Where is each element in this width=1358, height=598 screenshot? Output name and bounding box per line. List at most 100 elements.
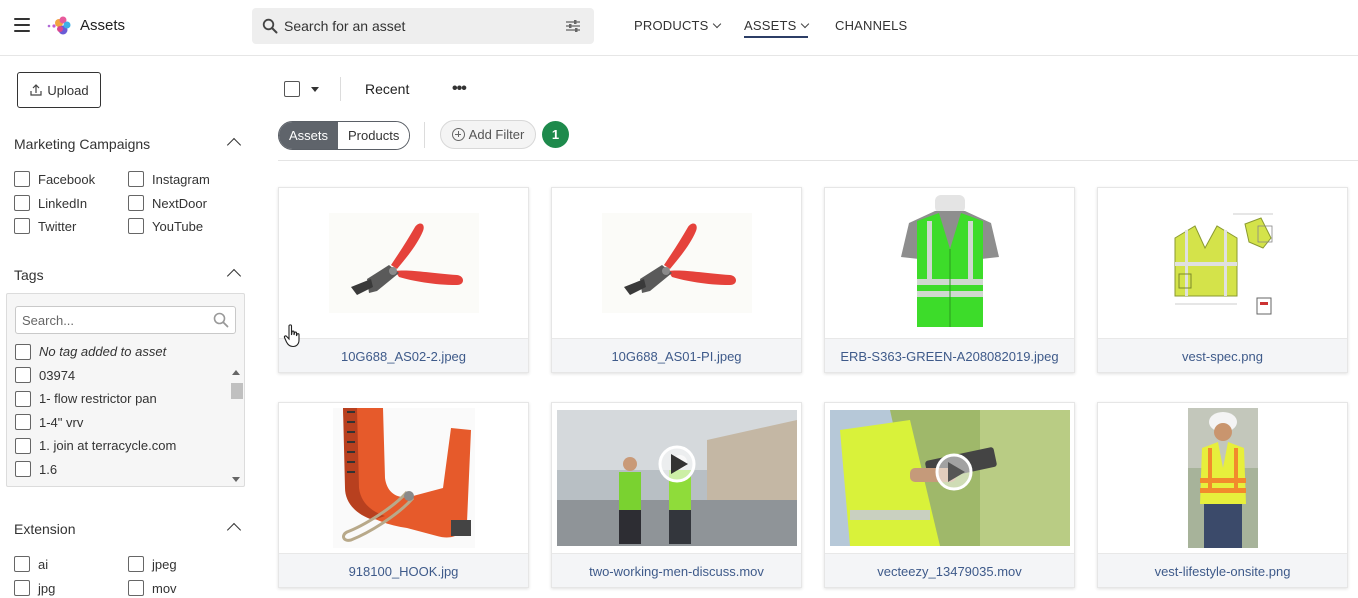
asset-filename[interactable]: two-working-men-discuss.mov [552, 553, 801, 587]
more-options-icon[interactable]: ••• [452, 80, 467, 98]
extension-jpg[interactable]: jpg [14, 580, 55, 596]
campaign-instagram[interactable]: Instagram [128, 171, 210, 187]
scroll-thumb[interactable] [231, 383, 243, 399]
filter-sliders-icon[interactable] [565, 19, 581, 33]
collapse-tags-icon[interactable] [226, 268, 242, 284]
tag-label: 03974 [39, 367, 76, 383]
tag-list: No tag added to asset 03974 1- flow rest… [15, 340, 225, 481]
checkbox[interactable] [15, 437, 31, 454]
add-filter-button[interactable]: Add Filter [440, 120, 536, 149]
asset-filename[interactable]: 10G688_AS01-PI.jpeg [552, 338, 801, 372]
checkbox[interactable] [14, 580, 30, 596]
extension-mov[interactable]: mov [128, 580, 177, 596]
sort-recent-button[interactable]: Recent [365, 81, 409, 97]
checkbox[interactable] [14, 218, 30, 234]
search-icon [262, 18, 278, 34]
app-logo-icon [47, 16, 71, 35]
asset-thumbnail [825, 403, 1074, 553]
asset-filename[interactable]: vecteezy_13479035.mov [825, 553, 1074, 587]
tab-products[interactable]: Products [338, 122, 410, 149]
video-thumbnail-vest-tablet [829, 410, 1070, 546]
asset-thumbnail [1098, 188, 1347, 338]
checkbox[interactable] [15, 414, 31, 431]
asset-filename[interactable]: vest-spec.png [1098, 338, 1347, 372]
tag-label: 1- flow restrictor pan [39, 391, 157, 407]
tab-assets[interactable]: Assets [279, 122, 339, 149]
tags-panel: No tag added to asset 03974 1- flow rest… [6, 293, 245, 487]
tag-list-scrollbar[interactable] [229, 366, 243, 486]
tag-item[interactable]: 1- flow restrictor pan [15, 387, 225, 411]
nav-products[interactable]: PRODUCTS [634, 18, 721, 33]
checkbox[interactable] [14, 171, 30, 187]
campaign-twitter[interactable]: Twitter [14, 218, 76, 234]
select-all-checkbox[interactable] [284, 81, 300, 97]
checkbox[interactable] [128, 171, 144, 187]
checkbox[interactable] [14, 195, 30, 211]
scroll-down-icon[interactable] [232, 477, 240, 482]
tag-label: 1-4" vrv [39, 414, 84, 430]
tag-item[interactable]: 1-4" vrv [15, 411, 225, 435]
asset-filename[interactable]: vest-lifestyle-onsite.png [1098, 553, 1347, 587]
extension-ai[interactable]: ai [14, 556, 48, 572]
tag-search-input[interactable] [22, 307, 212, 333]
asset-filename[interactable]: 10G688_AS02-2.jpeg [279, 338, 528, 372]
checkbox[interactable] [15, 390, 31, 407]
collapse-extension-icon[interactable] [226, 522, 242, 538]
asset-thumbnail [825, 188, 1074, 338]
extension-label: jpeg [152, 556, 177, 572]
asset-card[interactable]: vest-spec.png [1097, 187, 1348, 373]
nav-assets[interactable]: ASSETS [744, 18, 809, 38]
checkbox[interactable] [128, 195, 144, 211]
app-title: Assets [80, 17, 126, 34]
checkbox[interactable] [14, 556, 30, 572]
search-icon [213, 312, 229, 328]
campaign-nextdoor[interactable]: NextDoor [128, 195, 207, 211]
filter-count-badge[interactable]: 1 [542, 121, 569, 148]
tag-item[interactable]: 03974 [15, 364, 225, 388]
extension-label: mov [152, 580, 177, 596]
asset-filename[interactable]: ERB-S363-GREEN-A208082019.jpeg [825, 338, 1074, 372]
collapse-marketing-icon[interactable] [226, 137, 242, 153]
checkbox[interactable] [15, 367, 31, 384]
checkbox[interactable] [128, 580, 144, 596]
scroll-up-icon[interactable] [232, 370, 240, 375]
campaign-label: Facebook [38, 171, 96, 187]
hand-cursor-icon [283, 324, 300, 348]
tag-item[interactable]: 1. join at terracycle.com [15, 434, 225, 458]
campaign-youtube[interactable]: YouTube [128, 218, 203, 234]
asset-thumbnail [1098, 403, 1347, 553]
campaign-label: Instagram [152, 171, 210, 187]
asset-card[interactable]: 10G688_AS02-2.jpeg [278, 187, 529, 373]
checkbox[interactable] [15, 461, 31, 478]
tag-label: No tag added to asset [39, 344, 167, 360]
checkbox[interactable] [15, 343, 31, 360]
asset-card[interactable]: vecteezy_13479035.mov [824, 402, 1075, 588]
campaign-label: LinkedIn [38, 195, 88, 211]
tag-search[interactable] [15, 306, 236, 334]
asset-card[interactable]: ERB-S363-GREEN-A208082019.jpeg [824, 187, 1075, 373]
nav-channels[interactable]: CHANNELS [835, 18, 907, 33]
campaign-facebook[interactable]: Facebook [14, 171, 95, 187]
asset-search[interactable] [252, 8, 594, 44]
tag-item[interactable]: No tag added to asset [15, 340, 225, 364]
asset-filename[interactable]: 918100_HOOK.jpg [279, 553, 528, 587]
asset-card[interactable]: 918100_HOOK.jpg [278, 402, 529, 588]
campaign-label: Twitter [38, 218, 77, 234]
campaign-label: NextDoor [152, 195, 207, 211]
tag-item[interactable]: 1.6 [15, 458, 225, 482]
checkbox[interactable] [128, 218, 144, 234]
checkbox[interactable] [128, 556, 144, 572]
menu-icon[interactable] [14, 18, 30, 32]
select-dropdown-icon[interactable] [311, 87, 319, 92]
asset-card[interactable]: two-working-men-discuss.mov [551, 402, 802, 588]
worker-photo [1187, 408, 1258, 548]
campaign-linkedin[interactable]: LinkedIn [14, 195, 87, 211]
search-input[interactable] [284, 8, 554, 44]
asset-card[interactable]: vest-lifestyle-onsite.png [1097, 402, 1348, 588]
pliers-image [601, 213, 752, 313]
extension-title: Extension [14, 521, 76, 537]
upload-button[interactable]: Upload [17, 72, 101, 108]
extension-jpeg[interactable]: jpeg [128, 556, 177, 572]
asset-card[interactable]: 10G688_AS01-PI.jpeg [551, 187, 802, 373]
pliers-image [328, 213, 479, 313]
